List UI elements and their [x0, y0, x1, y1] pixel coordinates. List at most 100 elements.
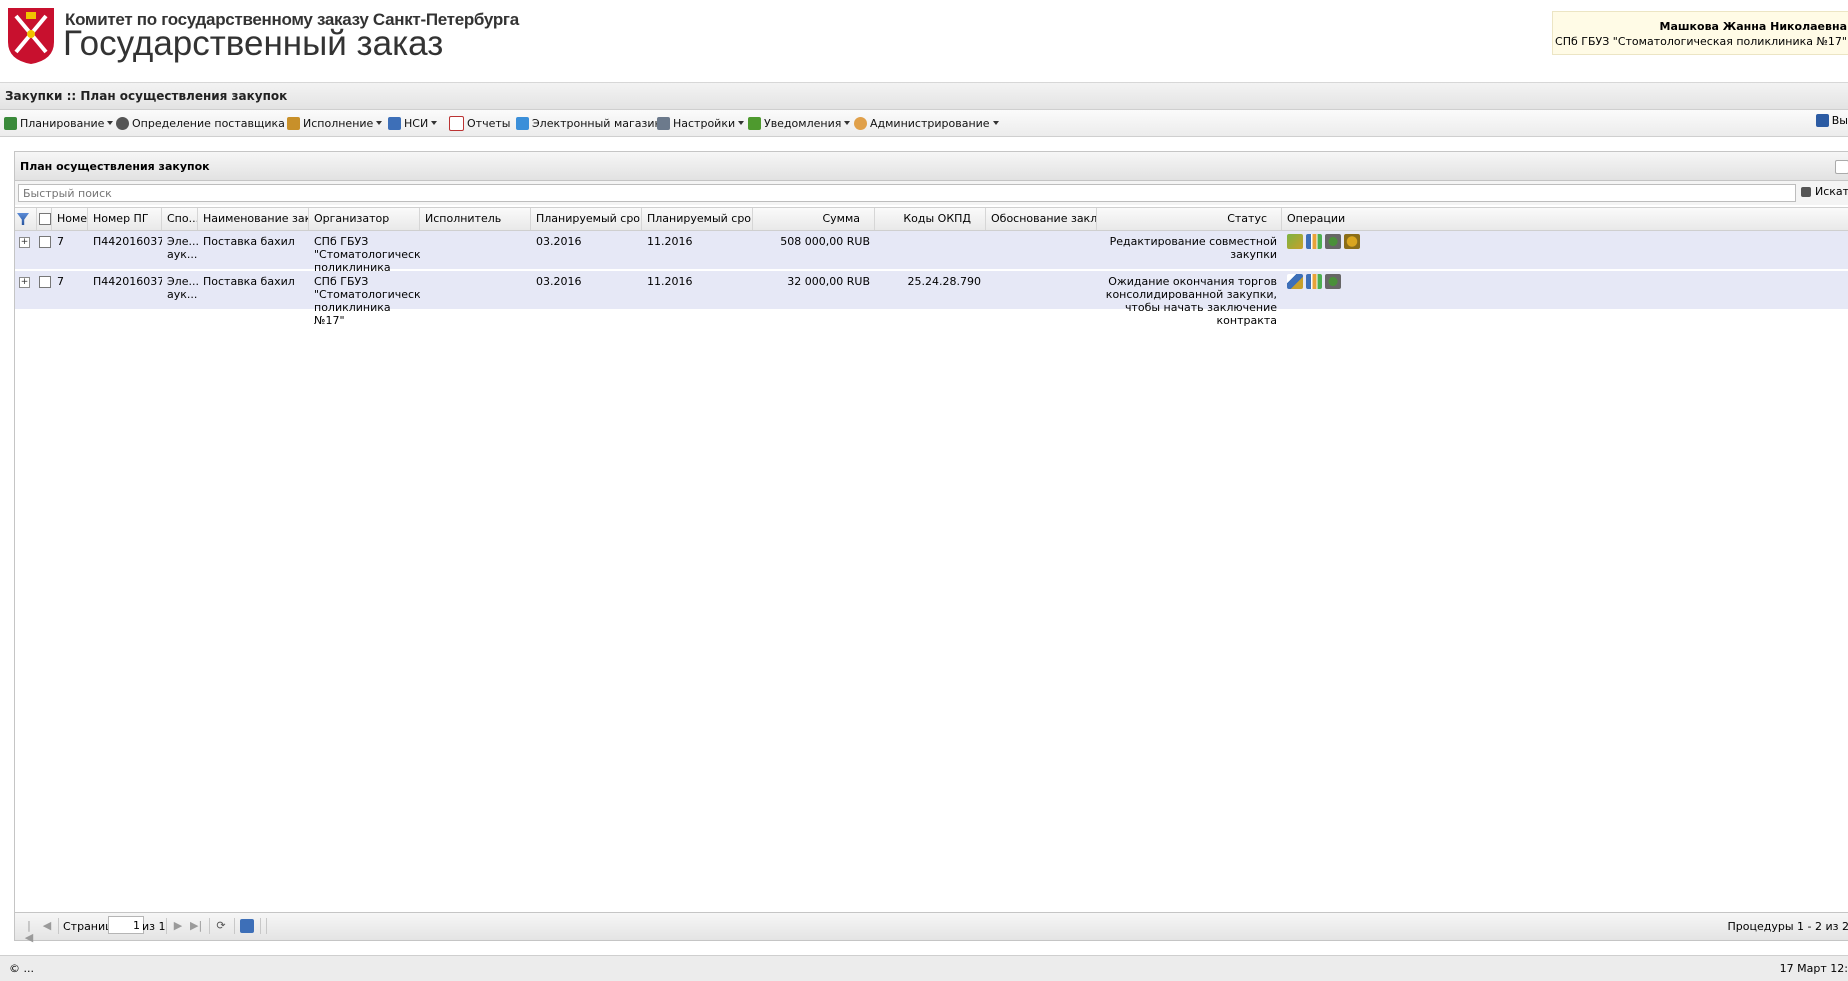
settings-action-icon[interactable]: [1325, 234, 1341, 249]
column-header-method[interactable]: Спо...: [162, 208, 198, 230]
search-button[interactable]: Искать: [1801, 185, 1848, 198]
column-header-operations: Операции: [1282, 208, 1848, 230]
logout-label: Вы: [1831, 114, 1848, 127]
table-row[interactable]: + 7 П442016037... Эле... аук... Поставка…: [15, 271, 1848, 327]
cell-operations: [1287, 274, 1341, 289]
datetime-text: 17 Март 12:: [1779, 962, 1848, 975]
chart-action-icon[interactable]: [1306, 234, 1322, 249]
cell-operations: [1287, 234, 1360, 249]
panel-title: План осуществления закупок: [20, 160, 210, 173]
cell-name: Поставка бахил: [203, 235, 295, 248]
logout-button[interactable]: Вы: [1815, 114, 1848, 127]
exit-icon: [1815, 114, 1829, 127]
breadcrumb: Закупки :: План осуществления закупок: [5, 89, 288, 103]
quick-search-bar: Искать: [15, 181, 1848, 205]
next-page-icon[interactable]: ▶: [172, 920, 184, 932]
page-number-input[interactable]: [108, 916, 144, 934]
save-icon[interactable]: [240, 919, 254, 933]
user-info-box: Машкова Жанна Николаевна СПб ГБУЗ "Стома…: [1552, 11, 1848, 55]
separator: [58, 918, 59, 934]
menu-label: Электронный магазин: [532, 116, 662, 130]
menu-nsi[interactable]: НСИ: [388, 115, 438, 131]
column-header-status[interactable]: Статус: [1097, 208, 1282, 230]
quick-search-input[interactable]: [18, 184, 1796, 202]
column-header-okpd[interactable]: Коды ОКПД: [875, 208, 986, 230]
last-page-icon[interactable]: ▶|: [190, 920, 202, 932]
user-name: Машкова Жанна Николаевна: [1659, 20, 1848, 33]
status-footer: © ... 17 Март 12:: [0, 955, 1848, 981]
clear-filter-icon[interactable]: [15, 208, 37, 230]
menu-e-shop[interactable]: Электронный магазин: [516, 115, 662, 131]
column-header-sum[interactable]: Сумма: [753, 208, 875, 230]
cell-method: Эле... аук...: [167, 275, 198, 301]
cell-okpd: 25.24.28.790: [907, 275, 981, 288]
emblem-action-icon[interactable]: [1344, 234, 1360, 249]
column-header-organizer[interactable]: Организатор: [309, 208, 420, 230]
tag-action-icon[interactable]: [1287, 234, 1303, 249]
cell-plan-end: 11.2016: [647, 275, 693, 288]
table-row[interactable]: + 7 П442016037... Эле... аук... Поставка…: [15, 231, 1848, 287]
column-header-plan-start[interactable]: Планируемый срок р...: [531, 208, 642, 230]
chart-action-icon[interactable]: [1306, 274, 1322, 289]
chevron-down-icon: [992, 121, 999, 125]
edit-action-icon[interactable]: [1287, 274, 1303, 289]
separator: [266, 918, 267, 934]
notification-icon: [748, 116, 761, 130]
expand-row-icon[interactable]: +: [19, 277, 30, 288]
refresh-icon[interactable]: ⟳: [215, 920, 227, 932]
column-header-pg-number[interactable]: Номер ПГ: [88, 208, 162, 230]
column-header-justification[interactable]: Обоснование заключ...: [986, 208, 1097, 230]
menu-administration[interactable]: Администрирование: [854, 115, 999, 131]
column-header-executor[interactable]: Исполнитель: [420, 208, 531, 230]
column-header-number[interactable]: Номер: [52, 208, 88, 230]
settings-action-icon[interactable]: [1325, 274, 1341, 289]
execution-icon: [287, 116, 300, 130]
plan-icon: [4, 116, 17, 130]
cell-number: 7: [57, 275, 64, 288]
menu-reports[interactable]: Отчеты: [449, 115, 510, 131]
chevron-down-icon: [844, 121, 851, 125]
app-title: Государственный заказ: [63, 24, 444, 63]
panel-header: План осуществления закупок: [15, 152, 1848, 181]
select-all-checkbox[interactable]: [37, 208, 52, 230]
first-page-icon[interactable]: |◀: [23, 920, 35, 944]
row-checkbox[interactable]: [37, 275, 52, 288]
page-count-label: из 1: [142, 920, 166, 933]
cell-plan-start: 03.2016: [536, 275, 582, 288]
menu-label: Исполнение: [303, 116, 374, 130]
menu-label: Планирование: [20, 116, 105, 130]
row-checkbox[interactable]: [37, 235, 52, 248]
cell-sum: 508 000,00 RUB: [780, 235, 870, 248]
column-header-plan-end[interactable]: Планируемый срок и...: [642, 208, 753, 230]
menu-planning[interactable]: Планирование: [4, 115, 114, 131]
binoculars-icon: [1801, 186, 1811, 197]
copyright-text: © ...: [9, 962, 34, 975]
grid-header: Номер Номер ПГ Спо... Наименование закуп…: [15, 207, 1848, 231]
separator: [166, 918, 167, 934]
cell-name: Поставка бахил: [203, 275, 295, 288]
main-menu: Планирование Определение поставщика Испо…: [0, 110, 1848, 137]
expand-row-icon[interactable]: +: [19, 237, 30, 248]
cell-plan-start: 03.2016: [536, 235, 582, 248]
separator: [234, 918, 235, 934]
menu-notifications[interactable]: Уведомления: [748, 115, 851, 131]
cell-method: Эле... аук...: [167, 235, 198, 261]
menu-execution[interactable]: Исполнение: [287, 115, 383, 131]
cell-pg-number: П442016037...: [93, 235, 162, 248]
menu-settings[interactable]: Настройки: [657, 115, 745, 131]
cell-organizer: СПб ГБУЗ "Стоматологическая поликлиника …: [314, 275, 420, 327]
paging-toolbar: |◀ ◀ Страница из 1 ▶ ▶| ⟳ Процедуры 1 - …: [15, 912, 1848, 944]
column-header-name[interactable]: Наименование закупки: [198, 208, 309, 230]
menu-label: Уведомления: [764, 116, 842, 130]
menu-supplier-determination[interactable]: Определение поставщика: [116, 115, 294, 131]
refresh-tool-icon[interactable]: [1835, 160, 1848, 174]
menu-label: Отчеты: [467, 116, 511, 130]
chevron-down-icon: [738, 121, 745, 125]
chevron-down-icon: [376, 121, 383, 125]
prev-page-icon[interactable]: ◀: [41, 920, 53, 932]
user-icon: [854, 116, 867, 130]
book-icon: [388, 116, 401, 130]
search-button-label: Искать: [1815, 185, 1848, 198]
cell-status: Редактирование совместной закупки: [1109, 235, 1277, 261]
separator: [260, 918, 261, 934]
